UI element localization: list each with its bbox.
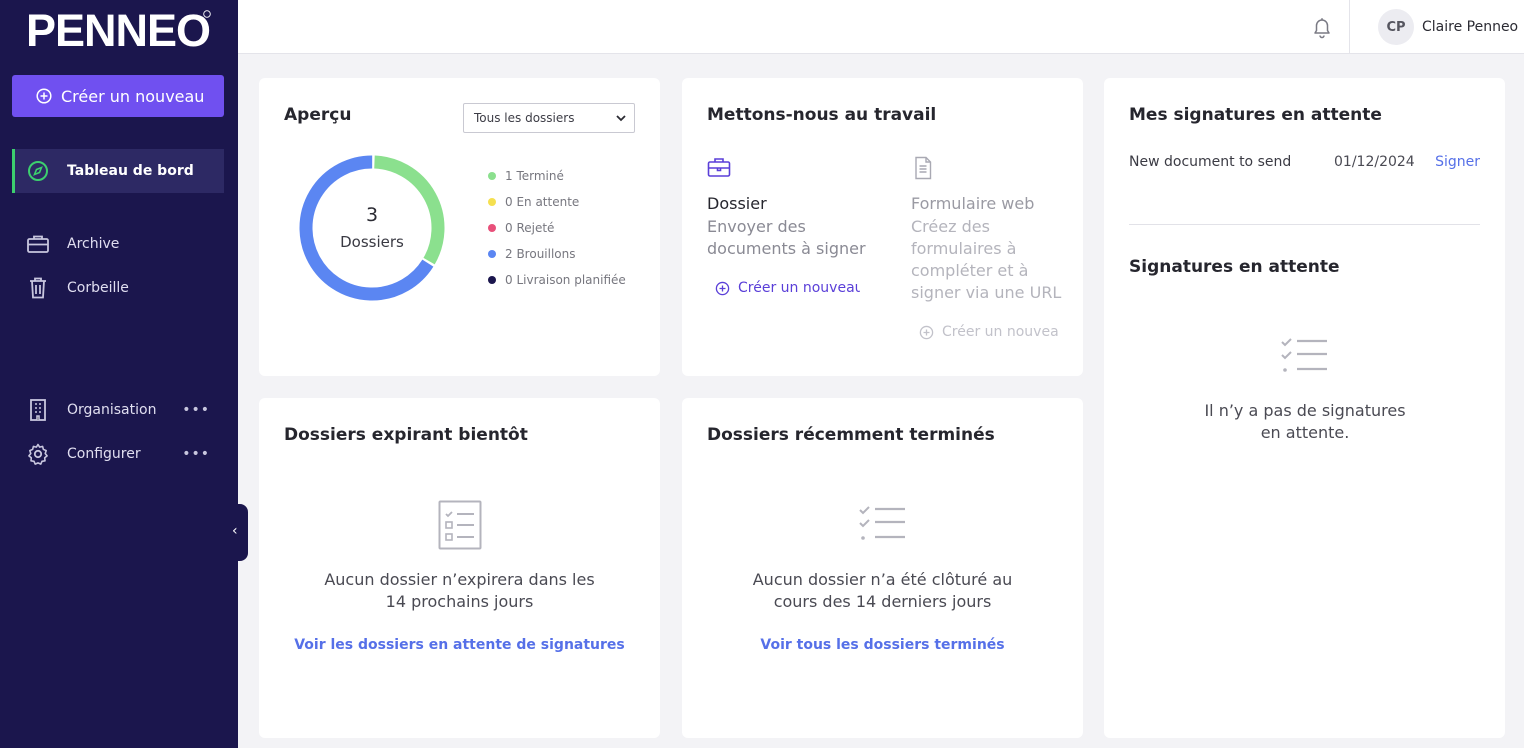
option-title: Formulaire web [911,194,1035,213]
compass-icon [26,159,50,183]
more-options-icon[interactable]: ••• [182,446,210,462]
empty-state-text: Aucun dossier n’expirera dans les 14 pro… [324,570,595,611]
empty-state-text: Aucun dossier n’a été clôturé au cours d… [752,570,1013,611]
checklist-icon [859,506,905,540]
legend-item: 0 En attente [488,189,626,215]
view-pending-dossiers-link[interactable]: Voir les dossiers en attente de signatur… [259,637,660,653]
bell-icon[interactable] [1312,17,1332,39]
legend-item: 0 Livraison planifiée [488,267,626,293]
sidebar-item-label: Organisation [67,402,157,418]
briefcase-icon [26,232,50,256]
sidebar-item-trash[interactable]: Corbeille [12,266,224,310]
collapse-sidebar-button[interactable]: ‹ [232,504,248,561]
legend-dot [488,276,496,284]
legend-item: 1 Terminé [488,163,626,189]
sidebar-item-label: Corbeille [67,280,129,296]
card-title: Dossiers récemment terminés [707,425,995,445]
plus-circle-icon [715,281,730,295]
briefcase-icon [707,158,731,177]
expiring-dossiers-card: Dossiers expirant bientôt Aucun dossier … [259,398,660,738]
card-title: Dossiers expirant bientôt [284,425,528,445]
overview-card: Aperçu Tous les dossiers 3 Dossiers 1 Te… [259,78,660,376]
sidebar: PENNEO Créer un nouveau Tableau de bord … [0,0,238,748]
dossier-option: Dossier Envoyer des documents à signer [707,156,867,260]
legend-dot [488,250,496,258]
legend-label: 0 Livraison planifiée [505,273,626,287]
pending-signatures-title: Signatures en attente [1129,257,1340,277]
chart-legend: 1 Terminé 0 En attente 0 Rejeté 2 Brouillon… [488,163,626,293]
webform-option: Formulaire web Créez des formulaires à c… [911,156,1071,304]
chevron-down-icon [616,115,626,122]
checklist-box-icon [438,500,482,550]
legend-dot [488,172,496,180]
total-count: 3 [365,204,379,226]
sidebar-item-dashboard[interactable]: Tableau de bord [12,149,224,193]
document-date: 01/12/2024 [1334,154,1415,170]
option-description: Envoyer des documents à signer [707,217,866,258]
link-label: Créer un nouveau [738,280,860,296]
top-bar: CP Claire Penneo [238,0,1524,54]
card-title: Mettons-nous au travail [707,105,937,125]
legend-item: 2 Brouillons [488,241,626,267]
sign-link[interactable]: Signer [1435,154,1480,170]
signature-row: New document to send 01/12/2024 Signer [1129,154,1480,174]
legend-dot [488,224,496,232]
legend-label: 0 En attente [505,195,580,209]
sidebar-item-label: Archive [67,236,120,252]
option-title: Dossier [707,194,767,213]
divider [1129,224,1480,225]
legend-dot [488,198,496,206]
more-options-icon[interactable]: ••• [182,402,210,418]
sidebar-item-organisation[interactable]: Organisation ••• [12,388,224,432]
create-webform-link: Créer un nouveau [919,324,1058,340]
sidebar-item-label: Tableau de bord [67,163,194,179]
sidebar-item-label: Configurer [67,446,141,462]
avatar: CP [1378,9,1414,45]
get-to-work-card: Mettons-nous au travail Dossier Envoyer … [682,78,1083,376]
document-icon [915,156,932,180]
plus-circle-icon [36,88,52,104]
gear-icon [26,442,50,466]
total-label: Dossiers [340,233,404,251]
checklist-icon [1281,338,1327,372]
building-icon [26,398,50,422]
plus-circle-icon [919,325,934,339]
document-name: New document to send [1129,154,1292,170]
legend-label: 0 Rejeté [505,221,555,235]
create-new-label: Créer un nouveau [61,86,205,106]
trash-icon [26,276,50,300]
my-signatures-card: Mes signatures en attente New document t… [1104,78,1505,738]
svg-text:PENNEO: PENNEO [26,6,210,50]
legend-label: 1 Terminé [505,169,564,183]
empty-state-text: Il n’y a pas de signatures en attente. [1204,401,1406,442]
divider [1349,0,1350,54]
dossier-filter-select[interactable]: Tous les dossiers [463,103,635,133]
chevron-left-icon: ‹ [232,523,238,539]
select-value: Tous les dossiers [474,111,575,125]
view-completed-dossiers-link[interactable]: Voir tous les dossiers terminés [682,637,1083,653]
create-new-button[interactable]: Créer un nouveau [12,75,224,117]
link-label: Créer un nouveau [942,324,1058,340]
status-donut-chart [299,155,445,301]
legend-item: 0 Rejeté [488,215,626,241]
user-name: Claire Penneo [1422,19,1519,35]
create-dossier-link[interactable]: Créer un nouveau [715,280,860,296]
card-title: Aperçu [284,105,352,125]
sidebar-item-configure[interactable]: Configurer ••• [12,432,224,476]
legend-label: 2 Brouillons [505,247,576,261]
user-menu[interactable]: CP Claire Penneo [1378,9,1518,45]
sidebar-item-archive[interactable]: Archive [12,222,224,266]
card-title: Mes signatures en attente [1129,105,1382,125]
recent-completed-card: Dossiers récemment terminés Aucun dossie… [682,398,1083,738]
penneo-logo[interactable]: PENNEO [26,6,216,50]
option-description: Créez des formulaires à compléter et à s… [911,217,1062,302]
